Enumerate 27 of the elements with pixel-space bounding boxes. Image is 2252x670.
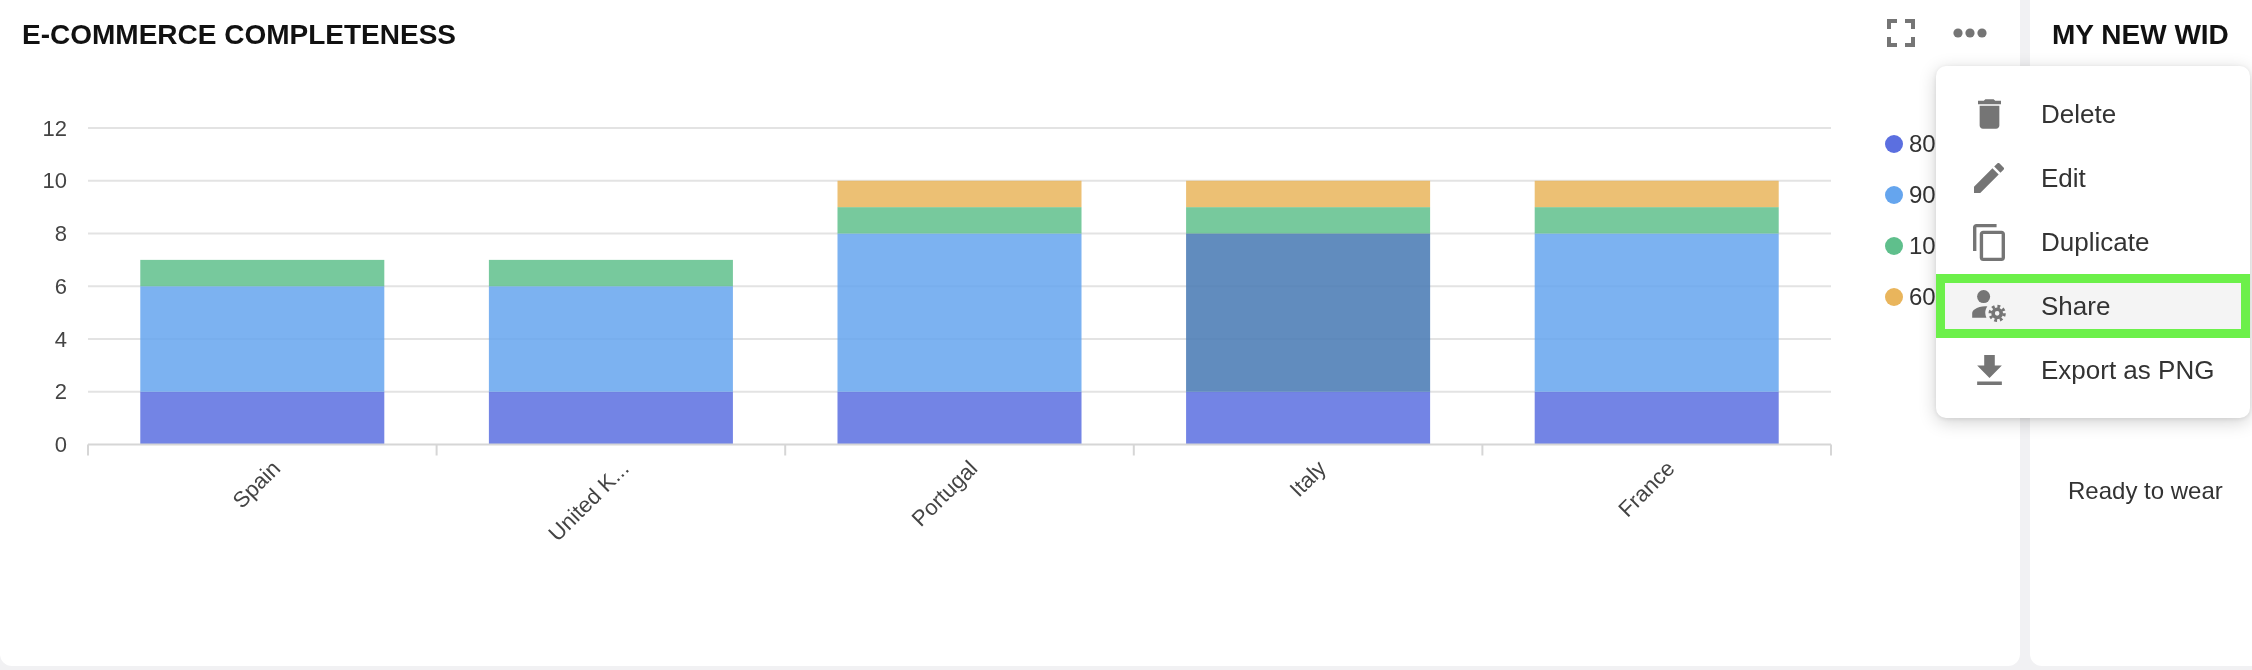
user-gear-icon bbox=[1972, 290, 2006, 322]
copy-icon bbox=[1973, 223, 2005, 261]
menu-item[interactable]: Delete bbox=[1936, 82, 2250, 146]
widget-title: MY NEW WID bbox=[2052, 17, 2229, 51]
legend-label: 90 bbox=[1909, 180, 1936, 209]
menu-item[interactable]: Edit bbox=[1936, 146, 2250, 210]
y-axis-label: 6 bbox=[54, 273, 67, 299]
download-icon bbox=[1976, 355, 2002, 385]
legend-label: 10 bbox=[1909, 231, 1936, 260]
category-label: Ready to wear bbox=[2067, 477, 2224, 505]
fullscreen-icon[interactable] bbox=[1887, 19, 1915, 47]
y-axis-label: 4 bbox=[54, 326, 67, 352]
x-axis-label: Italy bbox=[1284, 455, 1331, 502]
menu-item[interactable]: Duplicate bbox=[1936, 210, 2250, 274]
y-axis-label: 10 bbox=[42, 168, 67, 194]
menu-item[interactable]: Export as PNG bbox=[1936, 338, 2250, 402]
widget-title: E-COMMERCE COMPLETENESS bbox=[22, 17, 457, 51]
y-axis-label: 12 bbox=[42, 115, 67, 141]
more-icon[interactable] bbox=[1953, 28, 1987, 38]
y-axis-label: 0 bbox=[54, 432, 67, 457]
menu-item[interactable]: Share bbox=[1936, 274, 2250, 338]
legend-label: 60 bbox=[1909, 282, 1936, 311]
legend-label: 80 bbox=[1909, 129, 1936, 158]
y-axis-label: 2 bbox=[54, 379, 67, 405]
y-axis-label: 8 bbox=[54, 221, 67, 246]
trash-icon bbox=[1977, 99, 2001, 129]
pencil-icon bbox=[1974, 163, 2004, 193]
